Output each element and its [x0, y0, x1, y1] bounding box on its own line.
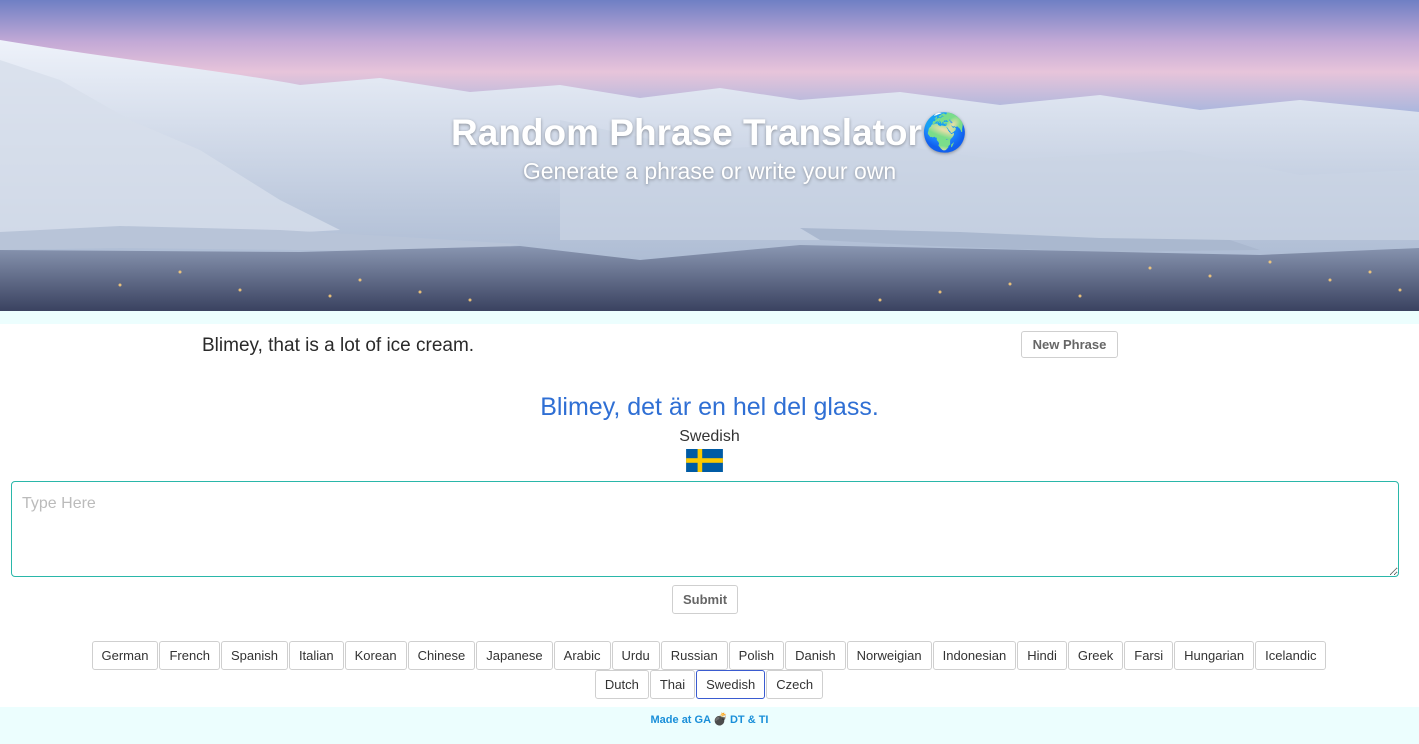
language-button-urdu[interactable]: Urdu [611, 641, 660, 670]
translated-phrase-text: Blimey, det är en hel del glass. [540, 393, 879, 421]
language-button-dutch[interactable]: Dutch [594, 670, 649, 699]
language-button-danish[interactable]: Danish [785, 641, 846, 670]
page-title: Random Phrase Translator🌍 [0, 112, 1419, 155]
language-button-indonesian[interactable]: Indonesian [932, 641, 1017, 670]
footer-made-at-text: Made at GA [650, 714, 712, 726]
new-phrase-button[interactable]: New Phrase [1021, 331, 1118, 358]
language-button-row-2: Dutch Thai Swedish Czech [0, 670, 1419, 699]
language-button-italian[interactable]: Italian [288, 641, 344, 670]
language-button-farsi[interactable]: Farsi [1124, 641, 1174, 670]
language-button-row-1: German French Spanish Italian Korean Chinese J… [0, 641, 1419, 670]
language-button-icelandic[interactable]: Icelandic [1255, 641, 1327, 670]
language-button-norweigian[interactable]: Norweigian [846, 641, 932, 670]
language-button-german[interactable]: German [91, 641, 159, 670]
submit-button[interactable]: Submit [672, 585, 738, 614]
language-button-hungarian[interactable]: Hungarian [1174, 641, 1255, 670]
translation-language-label: Swedish [679, 428, 740, 445]
page-title-text: Random Phrase Translator [451, 112, 922, 153]
sweden-flag-icon [686, 449, 723, 472]
language-button-polish[interactable]: Polish [728, 641, 785, 670]
globe-icon: 🌍 [921, 112, 968, 153]
language-button-chinese[interactable]: Chinese [407, 641, 476, 670]
footer-authors-text: DT & TI [729, 714, 769, 726]
language-button-korean[interactable]: Korean [344, 641, 407, 670]
language-button-russian[interactable]: Russian [660, 641, 728, 670]
language-button-hindi[interactable]: Hindi [1017, 641, 1067, 670]
language-button-swedish[interactable]: Swedish [696, 670, 766, 699]
language-button-greek[interactable]: Greek [1067, 641, 1124, 670]
language-button-japanese[interactable]: Japanese [476, 641, 553, 670]
language-button-thai[interactable]: Thai [649, 670, 696, 699]
header-divider-strip [0, 311, 1419, 324]
page-subtitle: Generate a phrase or write your own [522, 158, 897, 184]
language-button-arabic[interactable]: Arabic [553, 641, 611, 670]
hero-banner: Random Phrase Translator🌍 Generate a phr… [0, 0, 1419, 311]
footer: Made at GA 💣 DT & TI [0, 707, 1419, 744]
language-button-french[interactable]: French [159, 641, 220, 670]
random-phrase-text: Blimey, that is a lot of ice cream. [202, 335, 475, 356]
mountain-landscape-image [0, 0, 1419, 311]
language-button-czech[interactable]: Czech [766, 670, 824, 699]
language-button-spanish[interactable]: Spanish [220, 641, 288, 670]
bomb-icon: 💣 [713, 712, 728, 726]
phrase-input[interactable] [11, 481, 1399, 577]
